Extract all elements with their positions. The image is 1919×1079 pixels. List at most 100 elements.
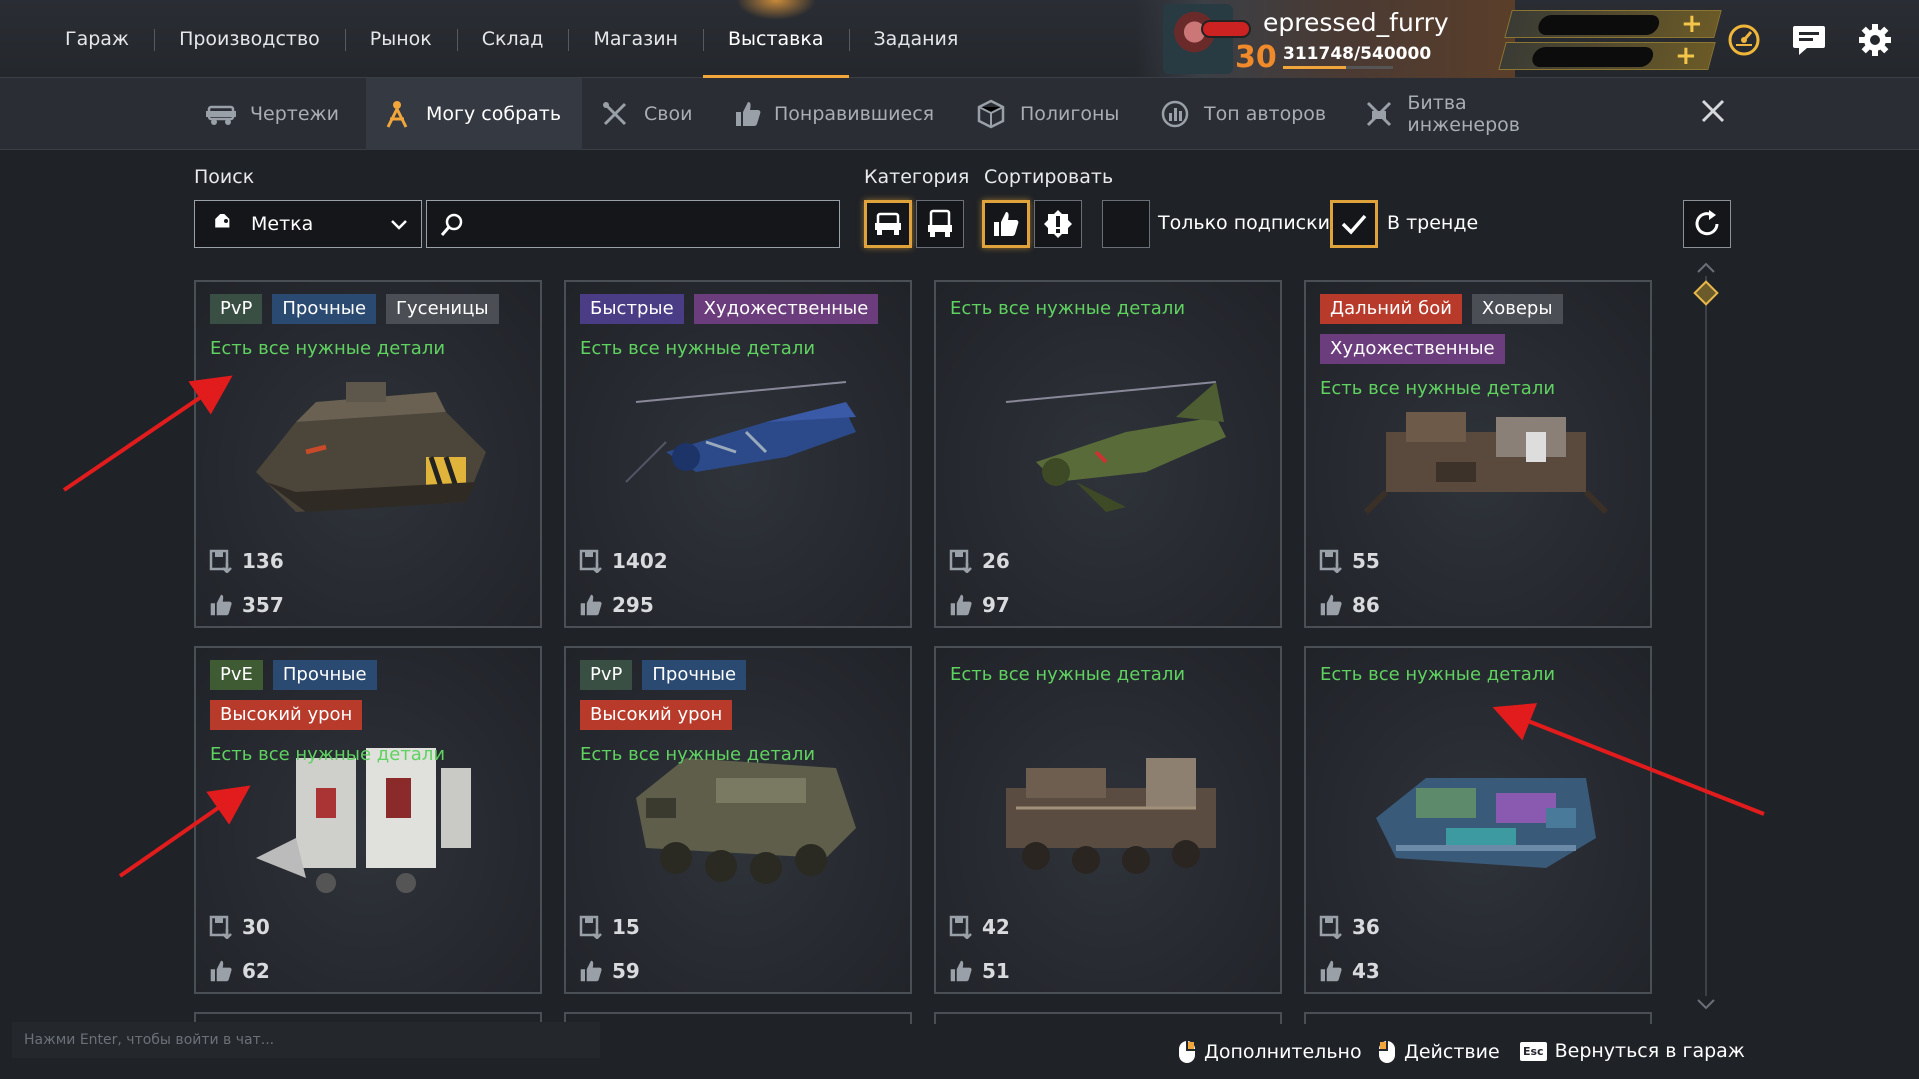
parts-available-label: Есть все нужные детали <box>1320 664 1556 685</box>
likes-stat: 51 <box>948 958 1010 984</box>
downloads-stat: 26 <box>948 548 1010 574</box>
sort-label: Сортировать <box>984 166 1114 188</box>
xp-progress-fill <box>1283 66 1347 69</box>
nav-label: Гараж <box>65 28 130 50</box>
blueprint-card[interactable]: Есть все нужные детали 42 51 <box>934 646 1282 994</box>
add-premium-button[interactable]: + <box>1675 41 1697 71</box>
tab-label: Битва инженеров <box>1407 92 1520 136</box>
hint-back-to-garage[interactable]: Esc Вернуться в гараж <box>1520 1040 1745 1062</box>
category-label: Категория <box>864 166 970 188</box>
sort-new-button[interactable] <box>1034 200 1082 248</box>
tag-badge: PvP <box>580 660 633 690</box>
tag-badge: Художественные <box>1320 334 1505 364</box>
category-trucks-button[interactable] <box>916 200 964 248</box>
blueprint-card[interactable]: Быстрые Художественные Есть все нужные дет… <box>564 280 912 628</box>
tag-list: Дальний бой Ховеры Художественные <box>1320 294 1640 364</box>
active-glow <box>735 0 816 20</box>
scroll-down-icon[interactable] <box>1696 998 1716 1010</box>
checkmark-icon <box>1341 214 1367 235</box>
blueprint-card[interactable]: Дальний бой Ховеры Художественные Есть все … <box>1304 280 1652 628</box>
scrollbar-thumb[interactable] <box>1693 280 1719 306</box>
nav-label: Производство <box>179 28 320 50</box>
sort-popular-button[interactable] <box>982 200 1030 248</box>
downloads-stat: 1402 <box>578 548 668 574</box>
esc-key-icon: Esc <box>1520 1041 1547 1061</box>
nav-label: Склад <box>481 28 544 50</box>
tag-badge: PvP <box>210 294 263 324</box>
likes-stat: 62 <box>208 958 270 984</box>
truck-icon <box>928 209 952 237</box>
likes-count: 357 <box>242 593 284 617</box>
tab-can-build[interactable]: Могу собрать <box>366 78 582 150</box>
search-box[interactable] <box>426 200 840 248</box>
nav-storage[interactable]: Склад <box>456 0 569 78</box>
search-input[interactable] <box>473 201 833 247</box>
crossed-tools-icon <box>598 99 632 129</box>
likes-stat: 295 <box>578 592 654 618</box>
trending-checkbox[interactable] <box>1330 200 1378 248</box>
tab-own[interactable]: Свои <box>598 78 708 150</box>
add-coins-button[interactable]: + <box>1681 9 1703 39</box>
blueprint-card[interactable]: PvE Прочные Высокий урон Есть все нужные де… <box>194 646 542 994</box>
avatar <box>1163 4 1249 74</box>
subscriptions-checkbox[interactable] <box>1102 200 1150 248</box>
select-value: Метка <box>251 213 314 235</box>
nav-market[interactable]: Рынок <box>344 0 457 78</box>
trending-label: В тренде <box>1387 212 1479 234</box>
nav-shop[interactable]: Магазин <box>568 0 703 78</box>
tag-badge: Дальний бой <box>1320 294 1462 324</box>
tab-liked[interactable]: Понравившиеся <box>734 78 934 150</box>
esc-key-label: Esc <box>1520 1041 1547 1061</box>
thumbs-up-icon <box>208 958 234 984</box>
settings-gear-icon[interactable] <box>1855 20 1895 60</box>
chat-input[interactable]: Нажми Enter, чтобы войти в чат... <box>12 1022 600 1058</box>
hint-action[interactable]: Действие <box>1378 1040 1500 1064</box>
player-profile[interactable]: epressed_furry 30 311748/540000 <box>1135 0 1515 78</box>
thumbs-up-icon <box>1318 958 1344 984</box>
nav-tasks[interactable]: Задания <box>848 0 984 78</box>
scrollbar-track[interactable] <box>1705 276 1707 996</box>
downloads-count: 55 <box>1352 549 1380 573</box>
hint-more[interactable]: Дополнительно <box>1178 1040 1362 1064</box>
tag-list: PvP Прочные Гусеницы <box>210 294 530 324</box>
likes-count: 86 <box>1352 593 1380 617</box>
wrench-person-icon <box>380 99 414 129</box>
download-icon <box>948 914 974 940</box>
scroll-up-icon[interactable] <box>1696 262 1716 274</box>
download-icon <box>208 914 234 940</box>
likes-stat: 357 <box>208 592 284 618</box>
engineer-battle-icon <box>1362 99 1395 129</box>
speedometer-icon[interactable] <box>1724 20 1764 60</box>
tab-engineer-battle[interactable]: Битва инженеров <box>1362 78 1582 150</box>
category-cars-button[interactable] <box>864 200 912 248</box>
likes-stat: 97 <box>948 592 1010 618</box>
tag-badge: PvE <box>210 660 263 690</box>
blueprint-card[interactable]: Есть все нужные детали 36 43 <box>1304 646 1652 994</box>
car-icon <box>875 212 901 235</box>
tab-blueprints[interactable]: Чертежи <box>204 78 344 150</box>
thumbs-up-icon <box>1318 592 1344 618</box>
nav-garage[interactable]: Гараж <box>40 0 154 78</box>
parts-available-label: Есть все нужные детали <box>210 744 446 765</box>
chat-icon[interactable] <box>1789 20 1829 60</box>
blueprint-card[interactable]: PvP Прочные Гусеницы Есть все нужные детали… <box>194 280 542 628</box>
username: epressed_furry <box>1263 8 1449 37</box>
polygon-icon <box>974 99 1008 129</box>
nav-production[interactable]: Производство <box>154 0 345 78</box>
tag-badge: Художественные <box>693 294 879 324</box>
nav-exhibition[interactable]: Выставка <box>702 0 849 78</box>
tab-top-authors[interactable]: Топ авторов <box>1158 78 1338 150</box>
tag-select-dropdown[interactable]: Метка <box>194 200 422 248</box>
next-row-card <box>564 1012 912 1024</box>
tab-label: Топ авторов <box>1204 103 1327 125</box>
tab-polygons[interactable]: Полигоны <box>974 78 1124 150</box>
blueprint-card[interactable]: Есть все нужные детали 26 97 <box>934 280 1282 628</box>
redacted-value <box>1530 47 1656 67</box>
tag-badge: Высокий урон <box>210 700 363 730</box>
nav-label: Выставка <box>727 28 824 50</box>
close-icon[interactable] <box>1698 96 1728 126</box>
tag-badge: Быстрые <box>580 294 684 324</box>
blueprint-card[interactable]: PvP Прочные Высокий урон Есть все нужные де… <box>564 646 912 994</box>
tracked-tank-image <box>256 382 486 512</box>
refresh-button[interactable] <box>1683 200 1731 248</box>
